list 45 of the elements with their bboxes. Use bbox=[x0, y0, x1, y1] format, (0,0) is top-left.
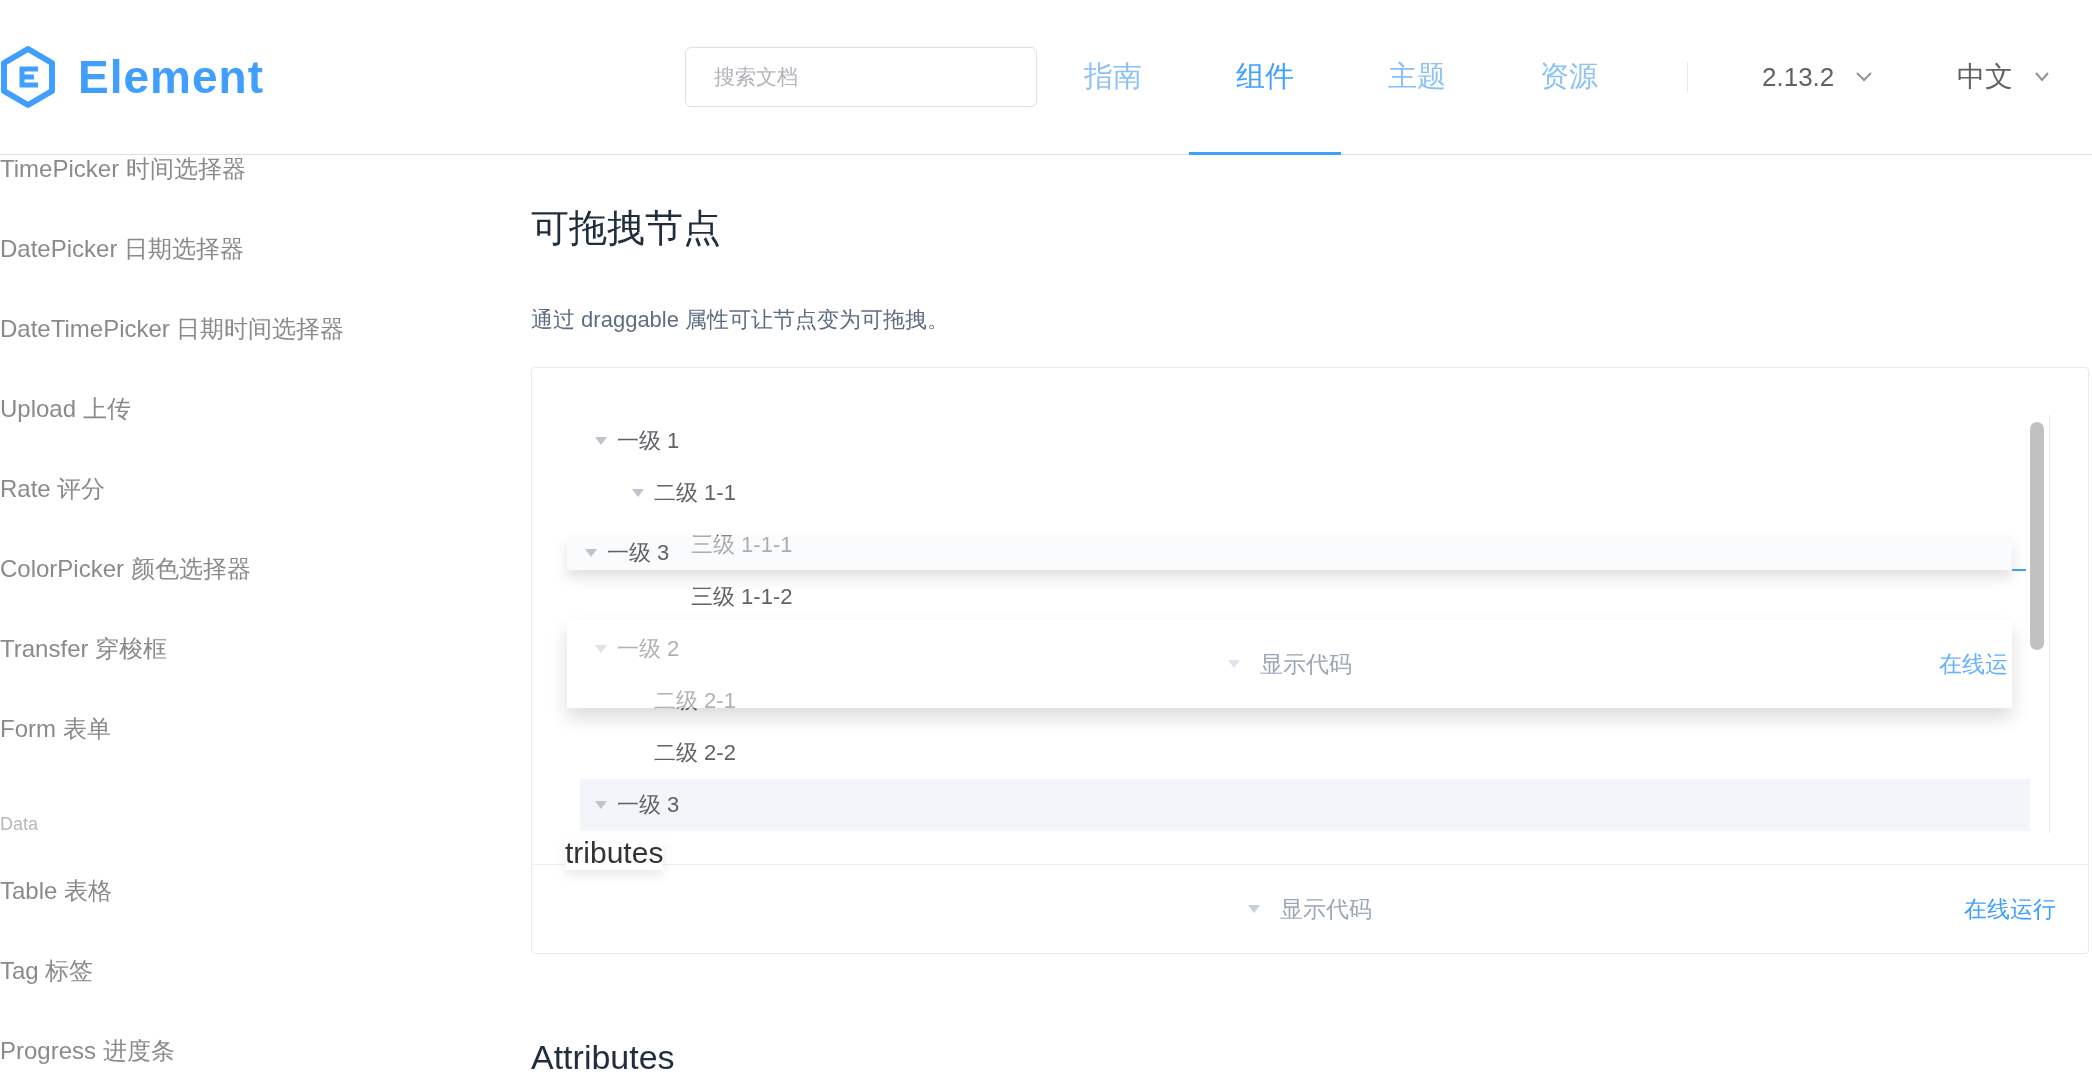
nav-tab[interactable]: 指南 bbox=[1037, 0, 1189, 155]
tree-node[interactable]: 二级 2-2 bbox=[654, 727, 748, 779]
sidebar-item[interactable]: TimePicker 时间选择器 bbox=[0, 157, 520, 181]
section-title: 可拖拽节点 bbox=[531, 206, 722, 251]
sidebar-group-label: Data bbox=[0, 813, 40, 836]
sidebar-item[interactable]: Table 表格 bbox=[0, 879, 520, 903]
language-select[interactable]: 中文 bbox=[1957, 58, 2014, 96]
chevron-down-icon[interactable] bbox=[2035, 72, 2050, 82]
logo-text[interactable]: Element bbox=[78, 50, 264, 104]
search-field[interactable]: 搜索文档 bbox=[685, 47, 1037, 107]
tree-node[interactable]: 二级 1-1 bbox=[632, 467, 748, 519]
tree-node[interactable]: 一级 2 bbox=[595, 623, 692, 675]
chevron-down-icon[interactable] bbox=[1856, 72, 1873, 82]
section-description: 通过 draggable 属性可让节点变为可拖拽。 bbox=[531, 306, 951, 334]
drag-preview-tooltip: tributes bbox=[565, 836, 664, 870]
tree-node[interactable]: 一级 1 bbox=[595, 415, 692, 467]
sidebar-item[interactable]: Progress 进度条 bbox=[0, 1039, 520, 1063]
caret-icon[interactable] bbox=[1248, 905, 1260, 913]
caret-icon[interactable] bbox=[595, 801, 607, 809]
sidebar-item[interactable]: Rate 评分 bbox=[0, 477, 520, 501]
nav-tab[interactable]: 主题 bbox=[1341, 0, 1493, 155]
tree-node[interactable]: 三级 1-1-1 bbox=[691, 519, 805, 571]
caret-icon[interactable] bbox=[632, 489, 644, 497]
show-code-label[interactable]: 显示代码 bbox=[1280, 893, 1372, 925]
nav-tab[interactable]: 组件 bbox=[1189, 0, 1341, 155]
tree-node[interactable]: 三级 1-1-2 bbox=[691, 571, 805, 623]
nav-tab[interactable]: 资源 bbox=[1493, 0, 1645, 155]
caret-icon[interactable] bbox=[595, 645, 607, 653]
version-select[interactable]: 2.13.2 bbox=[1762, 61, 1835, 93]
sidebar-item[interactable]: Form 表单 bbox=[0, 717, 520, 741]
caret-icon[interactable] bbox=[585, 549, 597, 557]
logo-icon bbox=[0, 45, 56, 109]
sidebar-item[interactable]: DatePicker 日期选择器 bbox=[0, 237, 520, 261]
tree-node[interactable]: 二级 2-1 bbox=[654, 675, 748, 727]
scrollbar-thumb[interactable] bbox=[2030, 422, 2044, 650]
caret-icon[interactable] bbox=[1227, 660, 1240, 668]
sidebar-item[interactable]: Transfer 穿梭框 bbox=[0, 637, 520, 661]
sidebar-item[interactable]: ColorPicker 颜色选择器 bbox=[0, 557, 520, 581]
caret-icon[interactable] bbox=[595, 437, 607, 445]
section-heading: Attributes bbox=[531, 1037, 676, 1078]
sidebar-item[interactable]: DateTimePicker 日期时间选择器 bbox=[0, 317, 520, 341]
tree-node[interactable]: 一级 3 bbox=[580, 779, 2030, 831]
sidebar-item[interactable]: Upload 上传 bbox=[0, 397, 520, 421]
sidebar-item[interactable]: Tag 标签 bbox=[0, 959, 520, 983]
run-online-link[interactable]: 在线运行 bbox=[1964, 893, 2056, 925]
